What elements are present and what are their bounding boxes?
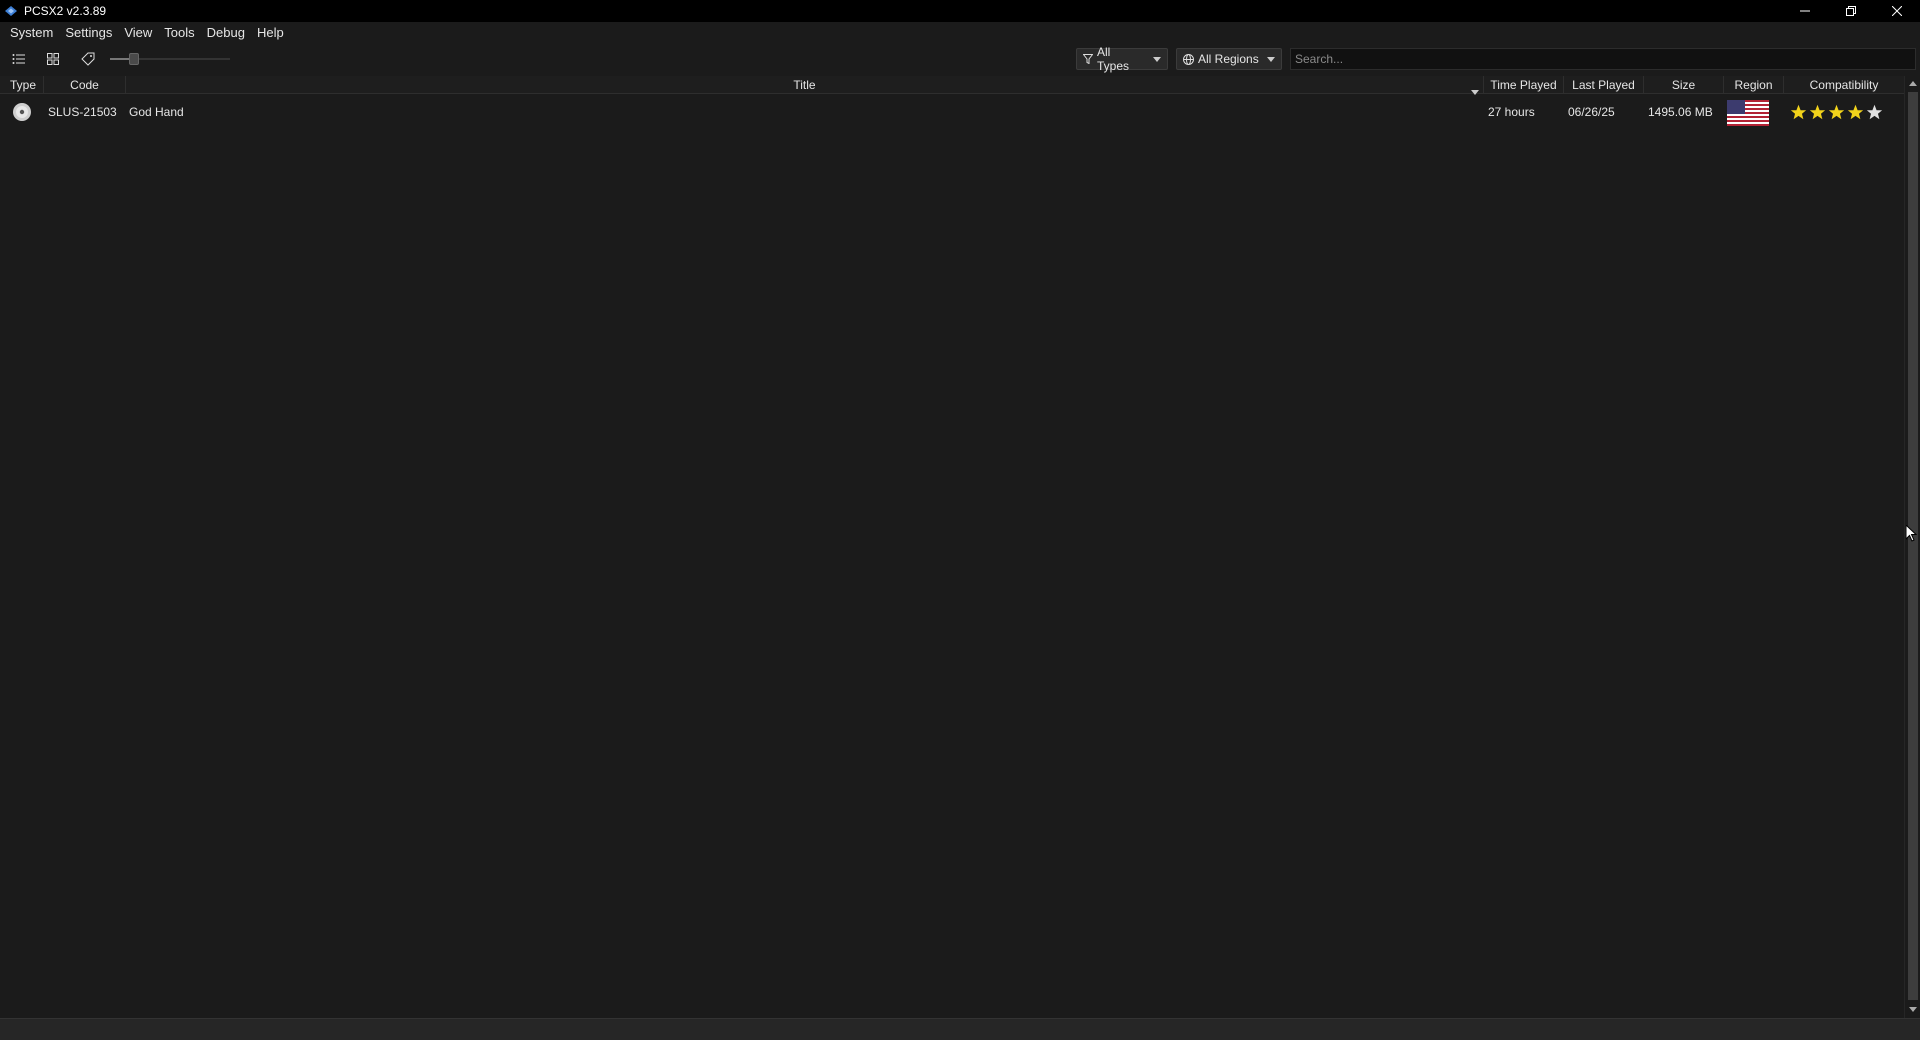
pcsx2-logo-icon [4,4,18,18]
star-icon [1828,104,1845,120]
us-flag-icon [1727,100,1769,126]
column-code[interactable]: Code [44,76,126,94]
minimize-icon[interactable] [1782,0,1828,22]
star-icon [1790,104,1807,120]
star-icon [1847,104,1864,120]
last-played: 06/26/25 [1568,105,1615,119]
menu-help[interactable]: Help [251,22,290,44]
column-compatibility[interactable]: Compatibility [1784,76,1904,94]
scrollbar-thumb[interactable] [1908,92,1918,1000]
region-filter-dropdown[interactable]: All Regions [1176,48,1282,70]
list-view-icon[interactable] [6,47,32,71]
table-header: Type Code Title Time Played Last Played … [0,76,1904,95]
status-bar [0,1018,1920,1040]
cover-tag-icon[interactable] [75,47,101,71]
vertical-scrollbar[interactable] [1904,76,1920,1018]
close-icon[interactable] [1874,0,1920,22]
menu-settings[interactable]: Settings [59,22,118,44]
menu-system[interactable]: System [4,22,59,44]
restore-icon[interactable] [1828,0,1874,22]
filter-icon [1083,54,1093,64]
globe-icon [1183,53,1194,65]
type-filter-dropdown[interactable]: All Types [1076,45,1168,73]
search-input[interactable] [1290,48,1916,70]
scroll-up-icon[interactable] [1908,78,1918,88]
game-list: Type Code Title Time Played Last Played … [0,76,1920,1018]
menu-view[interactable]: View [118,22,158,44]
time-played: 27 hours [1488,105,1535,119]
column-region[interactable]: Region [1724,76,1784,94]
disc-icon [12,102,32,122]
menu-bar: System Settings View Tools Debug Help [0,22,1920,44]
chevron-down-icon [1266,56,1275,62]
mouse-cursor-icon [1905,523,1918,546]
type-filter-value: All Types [1097,45,1130,73]
title-bar: PCSX2 v2.3.89 [0,0,1920,22]
zoom-slider-handle[interactable] [129,53,139,65]
zoom-slider[interactable] [110,53,230,65]
region-filter-value: All Regions [1198,52,1259,66]
window-title: PCSX2 v2.3.89 [24,4,107,18]
menu-debug[interactable]: Debug [201,22,251,44]
column-time-played[interactable]: Time Played [1484,76,1564,94]
toolbar: All Types All Regions [0,44,1920,74]
star-icon [1866,104,1883,120]
column-size[interactable]: Size [1644,76,1724,94]
chevron-down-icon [1153,56,1161,62]
grid-view-icon[interactable] [40,47,66,71]
game-title: God Hand [129,105,184,119]
menu-tools[interactable]: Tools [158,22,200,44]
star-rating [1790,98,1883,126]
scroll-down-icon[interactable] [1908,1004,1918,1014]
column-title-label: Title [793,78,816,92]
table-row[interactable]: SLUS-21503 God Hand 27 hours 06/26/25 14… [0,98,1904,126]
column-last-played[interactable]: Last Played [1564,76,1644,94]
column-type[interactable]: Type [0,76,44,94]
game-code: SLUS-21503 [48,105,117,119]
compatibility-rating [1790,98,1883,126]
game-size: 1495.06 MB [1648,105,1713,119]
column-title[interactable]: Title [126,76,1484,95]
star-icon [1809,104,1826,120]
